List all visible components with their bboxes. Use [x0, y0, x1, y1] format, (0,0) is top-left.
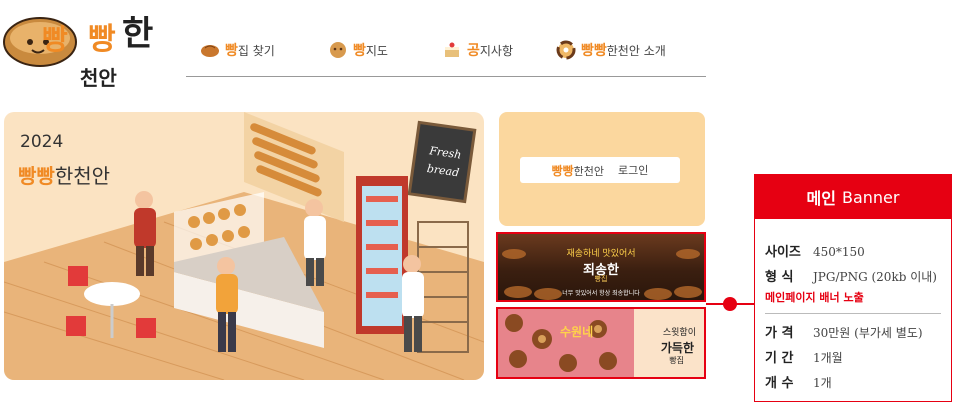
- spec-note: 메인페이지 배너 노출: [765, 291, 864, 304]
- main-banner[interactable]: Fresh bread 2024 빵빵한천안: [4, 112, 484, 380]
- bread-bun-icon: [330, 42, 346, 58]
- spec-row-period: 기 간 1개월: [765, 347, 941, 366]
- spec-row-format: 형 식 JPG/PNG (20kb 이내): [765, 266, 941, 285]
- logo-text-3: 한: [122, 14, 154, 54]
- spec-divider: [765, 313, 941, 314]
- spec-row-count: 개 수 1개: [765, 372, 941, 391]
- nav-label-highlight: 공: [467, 43, 480, 59]
- spec-value: JPG/PNG (20kb 이내): [813, 270, 937, 284]
- nav-label-highlight: 빵: [225, 43, 238, 59]
- spec-row-size: 사이즈 450*150: [765, 241, 941, 260]
- ad2-line-1: 스윗함이: [662, 328, 696, 338]
- banner-title-rest: 한천안: [54, 164, 111, 188]
- ad-banner-2[interactable]: 수원네 스윗함이 가득한 빵집: [496, 307, 706, 379]
- nav-item-find-bakery[interactable]: 빵집 찾기: [200, 40, 275, 60]
- nav-label-highlight: 빵빵: [581, 43, 607, 59]
- spec-value: 1개: [813, 376, 832, 390]
- banner-title-highlight: 빵빵: [18, 164, 55, 188]
- logo-subtext: 천안: [80, 66, 117, 90]
- logo-text-2: 빵: [88, 22, 116, 57]
- spec-key: 사이즈: [765, 245, 801, 260]
- ad2-line-3: 빵집: [669, 356, 684, 365]
- spec-key: 가 격: [765, 326, 794, 341]
- spec-title-bold: 메인: [806, 189, 836, 208]
- main-nav: 빵집 찾기 빵 지도 공 지사항 빵빵 한천안 소개: [186, 36, 706, 77]
- nav-label: 지도: [365, 43, 388, 58]
- ad1-tagline: 재송하네 맛있어서: [566, 249, 636, 259]
- login-button[interactable]: 로그인: [618, 162, 648, 178]
- ad2-tag: 수원네: [560, 325, 594, 339]
- ad-banner-1[interactable]: 재송하네 맛있어서 죄송한 빵집 너무 맛있어서 항상 죄송합니다: [496, 232, 706, 302]
- site-logo[interactable]: 빵 빵 한 천안: [2, 4, 162, 92]
- nav-label: 지사항: [479, 43, 514, 58]
- bread-roll-icon: [201, 45, 219, 57]
- login-brand-rest: 한천안: [573, 164, 605, 178]
- nav-label: 한천안 소개: [606, 43, 666, 58]
- banner-year: 2024: [20, 132, 64, 152]
- nav-item-bakery-map[interactable]: 빵 지도: [328, 40, 388, 60]
- banner-spec-card: 메인 Banner 사이즈 450*150 형 식 JPG/PNG (20kb …: [754, 174, 952, 402]
- donut-icon: [556, 40, 576, 60]
- nav-label-highlight: 빵: [353, 43, 366, 59]
- ad2-line-2: 가득한: [660, 341, 694, 355]
- cake-icon: [445, 42, 459, 57]
- ad1-footer: 너무 맛있어서 항상 죄송합니다: [562, 290, 640, 297]
- spec-value: 1개월: [813, 351, 843, 365]
- spec-value: 30만원 (부가세 별도): [813, 326, 923, 340]
- spec-body: 사이즈 450*150 형 식 JPG/PNG (20kb 이내) 메인페이지 …: [755, 219, 951, 391]
- banner-title: 빵빵한천안: [18, 160, 110, 189]
- spec-key: 기 간: [765, 351, 794, 366]
- spec-key: 개 수: [765, 376, 794, 391]
- spec-title-rest: Banner: [841, 187, 900, 207]
- login-brand-highlight: 빵빵: [551, 163, 574, 178]
- login-brand: 빵빵한천안: [552, 162, 604, 179]
- ad1-subtitle: 빵집: [594, 275, 608, 283]
- nav-label: 집 찾기: [237, 43, 275, 58]
- logo-text-1: 빵: [42, 23, 68, 56]
- nav-item-notice[interactable]: 공 지사항: [442, 40, 513, 60]
- nav-item-about[interactable]: 빵빵 한천안 소개: [556, 40, 666, 60]
- spec-row-price: 가 격 30만원 (부가세 별도): [765, 322, 941, 341]
- fresh-bread-sign: Fresh bread: [407, 120, 477, 204]
- bakery-illustration: Fresh bread: [4, 112, 484, 380]
- spec-value: 450*150: [813, 245, 865, 259]
- connector-dot: [723, 297, 737, 311]
- spec-header: 메인 Banner: [755, 175, 951, 219]
- pastry-image: [505, 314, 617, 372]
- login-box[interactable]: 빵빵한천안 로그인: [520, 157, 680, 183]
- login-panel: 빵빵한천안 로그인: [499, 112, 705, 226]
- spec-key: 형 식: [765, 270, 794, 285]
